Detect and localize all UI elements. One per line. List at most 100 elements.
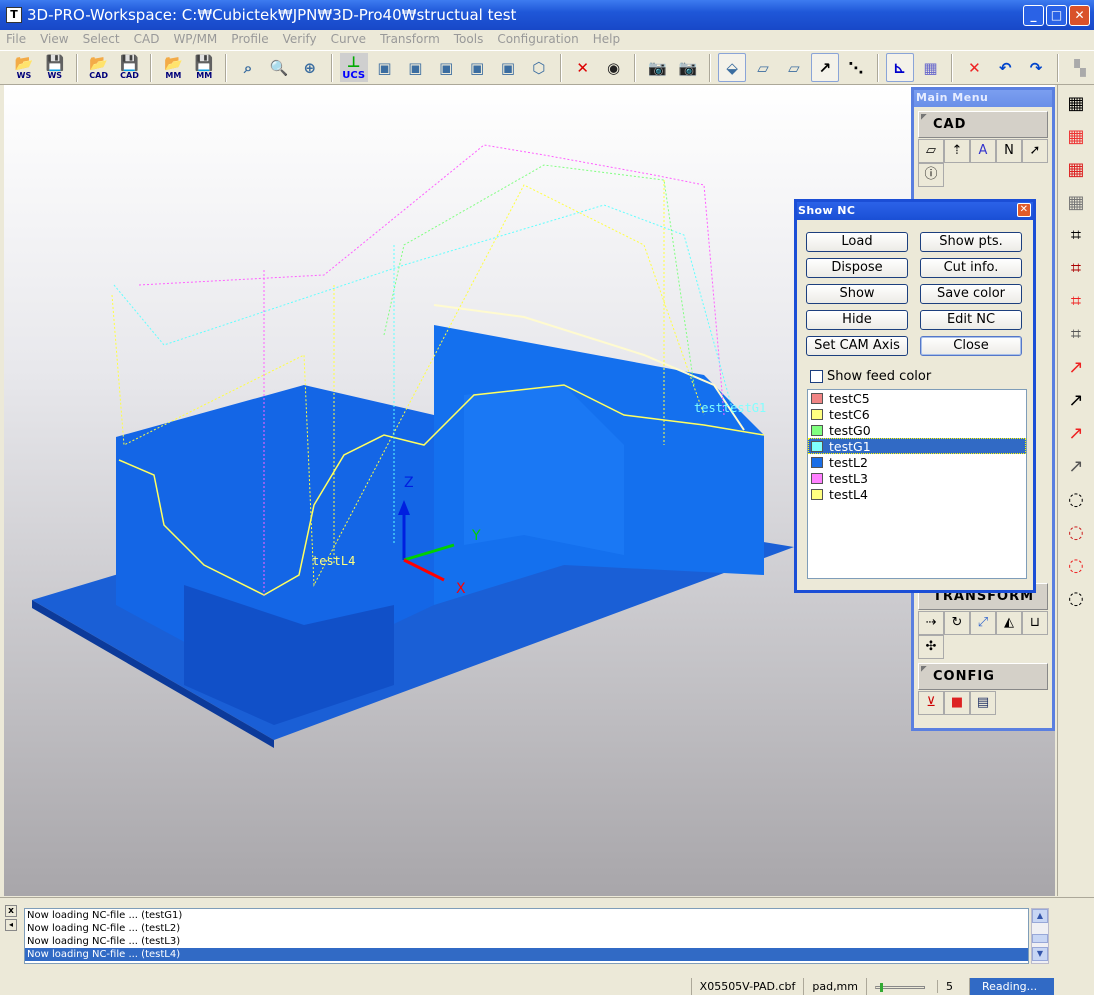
show-pts-button[interactable]: Show pts. (920, 232, 1022, 252)
section-config[interactable]: CONFIG (918, 663, 1048, 690)
zoom-window-button[interactable]: ⌕ (234, 53, 262, 82)
close-button[interactable]: ✕ (1069, 5, 1090, 26)
menu-file[interactable]: File (6, 30, 26, 49)
cut-info-button[interactable]: Cut info. (920, 258, 1022, 278)
menu-tools[interactable]: Tools (454, 30, 484, 49)
view-top-button[interactable]: ▣ (401, 53, 429, 82)
axis-display-button[interactable]: ⊾ (885, 53, 914, 82)
list-item-selected[interactable]: testG1 (808, 438, 1026, 454)
status-slider[interactable]: 5 (866, 978, 969, 995)
menu-curve[interactable]: Curve (331, 30, 366, 49)
multi-transform-button[interactable]: ✣ (918, 635, 944, 659)
log-close-button[interactable]: x (5, 905, 17, 917)
layout-button[interactable]: ▚ (1066, 53, 1094, 82)
points-black-button[interactable]: ◌ (1061, 583, 1091, 613)
capture-button[interactable]: 📷 (643, 53, 671, 82)
scroll-up-icon[interactable]: ▲ (1032, 909, 1048, 923)
log-scrollbar[interactable]: ▲ ▼ (1031, 908, 1049, 964)
show-button[interactable]: ◉ (600, 53, 628, 82)
menu-transform[interactable]: Transform (380, 30, 440, 49)
undo-button[interactable]: ↶ (991, 53, 1019, 82)
show-feed-color-checkbox[interactable]: Show feed color (810, 369, 931, 384)
menu-verify[interactable]: Verify (283, 30, 317, 49)
points-red-button[interactable]: ◌ (1061, 550, 1091, 580)
view-left-button[interactable]: ▣ (463, 53, 491, 82)
redo-button[interactable]: ↷ (1022, 53, 1050, 82)
list-item[interactable]: testC5 (808, 390, 1026, 406)
list-item[interactable]: testG0 (808, 422, 1026, 438)
points-select-button[interactable]: ◌ (1061, 484, 1091, 514)
save-mm-button[interactable]: 💾 MM (190, 53, 218, 82)
edit-nc-button[interactable]: Edit NC (920, 310, 1022, 330)
save-ws-button[interactable]: 💾 WS (41, 53, 69, 82)
grid-button[interactable]: ▦ (917, 53, 945, 82)
surface-button[interactable]: ▱ (749, 53, 777, 82)
menu-select[interactable]: Select (83, 30, 120, 49)
view-back-button[interactable]: ▣ (494, 53, 522, 82)
open-mm-button[interactable]: 📂 MM (159, 53, 187, 82)
menu-wp-mm[interactable]: WP/MM (173, 30, 217, 49)
surface-n-button[interactable]: N (996, 139, 1022, 163)
points-display-button[interactable]: ⋱ (842, 53, 870, 82)
surface-all-red-button[interactable]: ▦ (1061, 154, 1091, 184)
close-dialog-button[interactable]: Close (920, 336, 1022, 356)
list-item[interactable]: testL4 (808, 486, 1026, 502)
rotate-button[interactable]: ↻ (944, 611, 970, 635)
log-list[interactable]: Now loading NC-file ... (testG1) Now loa… (24, 908, 1029, 964)
scroll-thumb[interactable] (1032, 934, 1048, 943)
config-tool-button[interactable]: ⊻ (918, 691, 944, 715)
hide-button[interactable]: Hide (806, 310, 908, 330)
hide-button[interactable]: ✕ (569, 53, 597, 82)
shaded-button[interactable]: ⬙ (718, 53, 747, 82)
list-item[interactable]: testL2 (808, 454, 1026, 470)
config-window-button[interactable]: ▤ (970, 691, 996, 715)
curve-black-button[interactable]: ↗ (1061, 385, 1091, 415)
array-button[interactable]: ⊔ (1022, 611, 1048, 635)
wire-select-button[interactable]: ⌗ (1061, 220, 1091, 250)
curve-grey-button[interactable]: ↗ (1061, 451, 1091, 481)
menu-help[interactable]: Help (593, 30, 620, 49)
open-cad-button[interactable]: 📂 CAD (85, 53, 113, 82)
view-front-button[interactable]: ▣ (371, 53, 399, 82)
section-cad[interactable]: CAD (918, 111, 1048, 138)
checkbox-box[interactable] (810, 370, 823, 383)
wire-red-button[interactable]: ⌗ (1061, 286, 1091, 316)
dispose-button[interactable]: Dispose (806, 258, 908, 278)
dialog-close-icon[interactable]: ✕ (1017, 203, 1031, 217)
scale-button[interactable]: ⤢ (970, 611, 996, 635)
ucs-button[interactable]: ⊥ UCS (339, 53, 368, 82)
curve-red-button[interactable]: ↗ (1061, 418, 1091, 448)
curve-display-button[interactable]: ↗ (810, 53, 839, 82)
minimize-button[interactable]: _ (1023, 5, 1044, 26)
show-button[interactable]: Show (806, 284, 908, 304)
wire-grey-button[interactable]: ⌗ (1061, 319, 1091, 349)
surface-select-red-button[interactable]: ▦ (1061, 121, 1091, 151)
surface-create-button[interactable]: ▱ (918, 139, 944, 163)
wire-black-button[interactable]: ⌗ (1061, 253, 1091, 283)
surface-flat-button[interactable]: ▱ (780, 53, 808, 82)
zoom-fit-button[interactable]: 🔍 (265, 53, 293, 82)
translate-button[interactable]: ⇢ (918, 611, 944, 635)
open-ws-button[interactable]: 📂 WS (10, 53, 38, 82)
menu-profile[interactable]: Profile (231, 30, 268, 49)
surface-grey-button[interactable]: ▦ (1061, 187, 1091, 217)
menu-configuration[interactable]: Configuration (497, 30, 578, 49)
capture-rotate-button[interactable]: 📷 (674, 53, 702, 82)
load-button[interactable]: Load (806, 232, 908, 252)
points-select-red-button[interactable]: ◌ (1061, 517, 1091, 547)
scroll-down-icon[interactable]: ▼ (1032, 947, 1048, 961)
config-color-button[interactable]: ■ (944, 691, 970, 715)
menu-view[interactable]: View (40, 30, 68, 49)
set-cam-axis-button[interactable]: Set CAM Axis (806, 336, 908, 356)
maximize-button[interactable]: □ (1046, 5, 1067, 26)
surface-info-button[interactable]: ⓘ (918, 163, 944, 187)
surface-pick-button[interactable]: ➚ (1022, 139, 1048, 163)
curve-select-button[interactable]: ↗ (1061, 352, 1091, 382)
log-collapse-button[interactable]: ◂ (5, 919, 17, 931)
nc-file-list[interactable]: testC5 testC6 testG0 testG1 testL2 testL… (807, 389, 1027, 579)
mirror-button[interactable]: ◭ (996, 611, 1022, 635)
delete-button[interactable]: ✕ (960, 53, 988, 82)
pan-button[interactable]: ⊕ (296, 53, 324, 82)
speed-slider[interactable] (875, 982, 925, 992)
surface-select-button[interactable]: ▦ (1061, 88, 1091, 118)
